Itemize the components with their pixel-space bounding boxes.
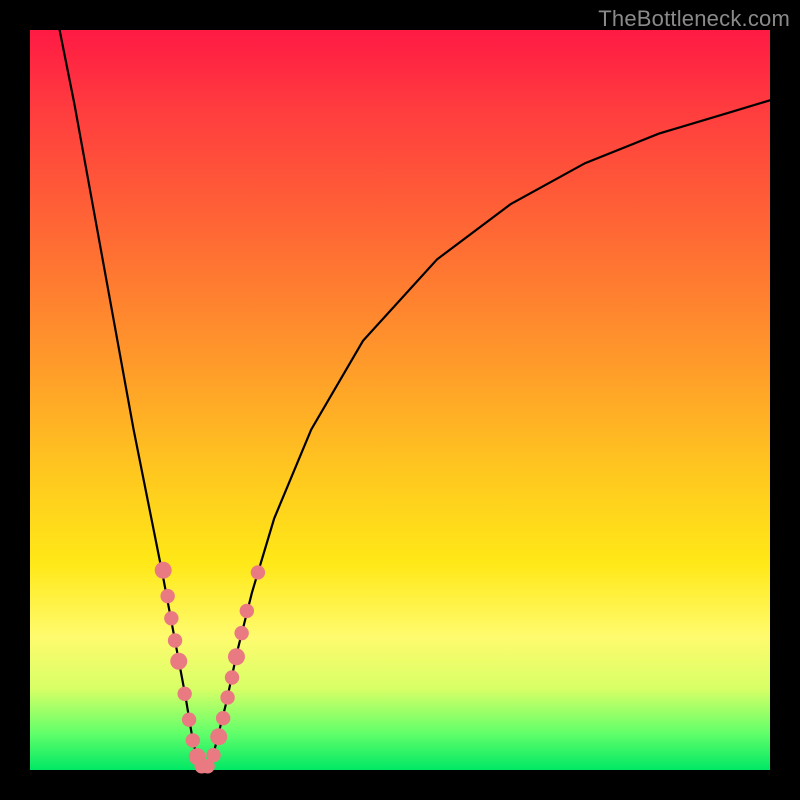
marker-dot [216,711,230,725]
marker-dot [160,589,174,603]
marker-dot [225,670,239,684]
marker-dot [234,626,248,640]
marker-layer [155,562,265,774]
marker-dot [240,604,254,618]
marker-dot [168,633,182,647]
marker-dot [170,653,187,670]
marker-dot [186,733,200,747]
watermark-text: TheBottleneck.com [598,6,790,32]
curve-layer [60,30,770,770]
marker-dot [182,712,196,726]
plot-area [30,30,770,770]
marker-dot [210,728,227,745]
marker-dot [228,648,245,665]
marker-dot [206,748,220,762]
marker-dot [220,690,234,704]
chart-svg [30,30,770,770]
marker-dot [177,687,191,701]
marker-dot [251,565,265,579]
marker-dot [164,611,178,625]
outer-frame: TheBottleneck.com [0,0,800,800]
marker-dot [155,562,172,579]
bottleneck-curve [60,30,770,770]
